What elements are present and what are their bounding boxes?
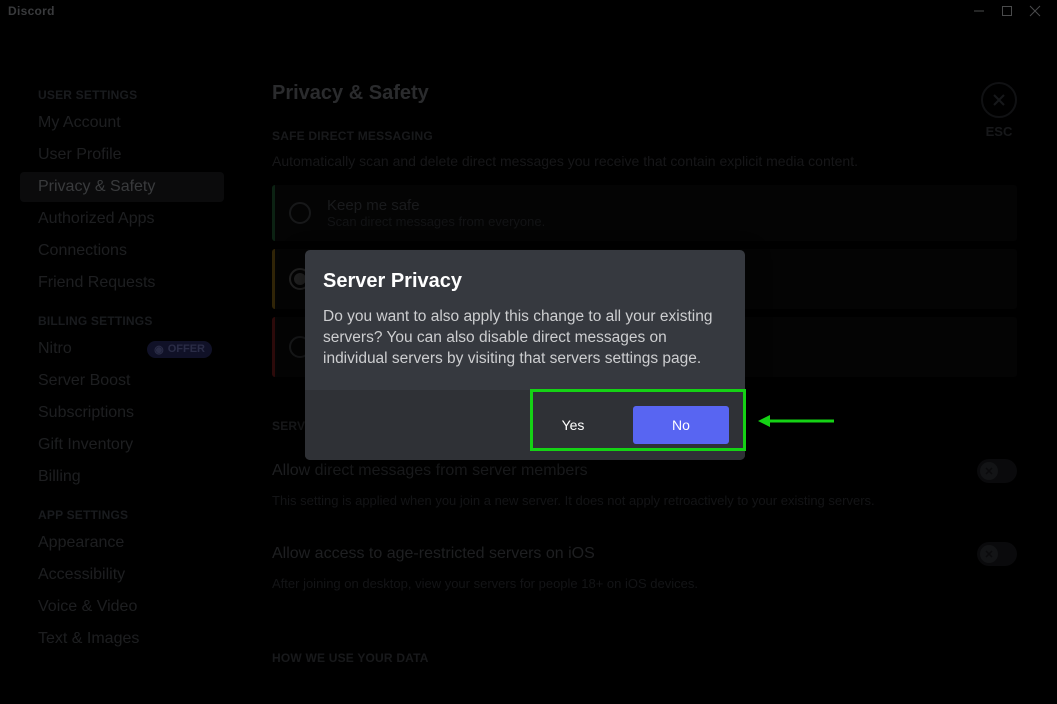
annotation-highlight-box xyxy=(530,389,746,451)
modal-body: Do you want to also apply this change to… xyxy=(305,297,745,390)
modal-title: Server Privacy xyxy=(323,270,727,293)
annotation-arrow xyxy=(756,413,836,434)
